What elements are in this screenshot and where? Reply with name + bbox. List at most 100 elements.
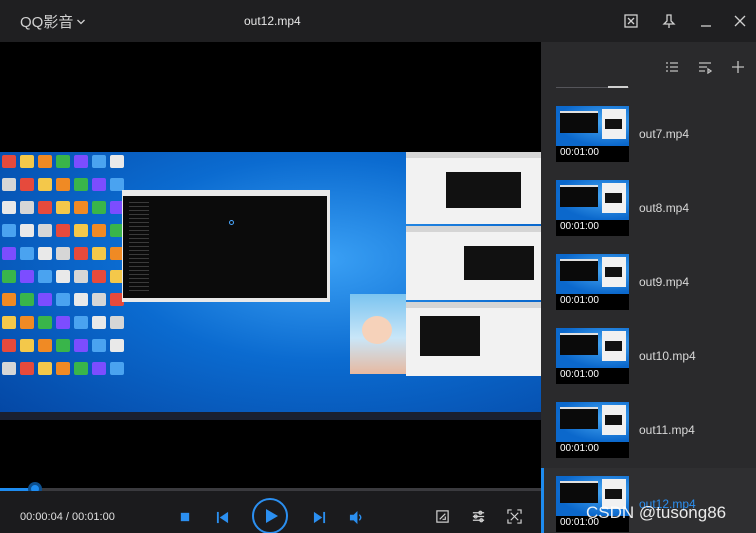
watermark: CSDN @tusong86 <box>586 503 727 522</box>
playlist-item[interactable]: 00:01:00 out9.mp4 <box>541 246 756 320</box>
desktop-app-icon <box>20 270 34 283</box>
minimize-button[interactable] <box>695 10 717 32</box>
desktop-app-icon <box>38 155 52 168</box>
stop-button[interactable] <box>178 510 192 524</box>
previous-button[interactable] <box>213 508 231 526</box>
playlist-item[interactable]: 00:01:00 out8.mp4 <box>541 172 756 246</box>
tab-indicator <box>608 86 628 88</box>
desktop-app-icon <box>20 339 34 352</box>
desktop-app-icon <box>74 247 88 260</box>
current-time: 00:00:04 <box>20 511 63 523</box>
video-thumbnail: 00:01:00 <box>556 402 629 458</box>
thumbnail-duration: 00:01:00 <box>560 295 599 306</box>
total-time: 00:01:00 <box>72 511 115 523</box>
desktop-app-icon <box>2 247 16 260</box>
play-button[interactable] <box>251 497 289 533</box>
app-menu-button[interactable]: QQ影音 <box>20 11 86 32</box>
chevron-down-icon <box>77 19 86 24</box>
desktop-app-icon <box>2 293 16 306</box>
screenshot-thumb-2 <box>406 226 541 300</box>
screenshot-icon <box>624 14 638 28</box>
volume-icon <box>349 510 361 524</box>
video-viewport[interactable] <box>0 42 541 488</box>
desktop-app-icon <box>56 155 70 168</box>
plus-icon <box>732 61 744 73</box>
desktop-app-icon <box>110 155 124 168</box>
desktop-app-icon <box>2 178 16 191</box>
desktop-app-icon <box>38 201 52 214</box>
desktop-app-icon <box>110 316 124 329</box>
desktop-app-icon <box>38 339 52 352</box>
console-window-image <box>122 190 330 302</box>
desktop-app-icon <box>74 293 88 306</box>
time-display: 00:00:04 / 00:01:00 <box>20 511 115 523</box>
desktop-app-icon <box>74 362 88 375</box>
video-thumbnail: 00:01:00 <box>556 180 629 236</box>
playlist-item-name: out7.mp4 <box>639 127 690 141</box>
desktop-app-icon <box>2 316 16 329</box>
desktop-app-icon <box>20 224 34 237</box>
desktop-app-icon <box>92 155 106 168</box>
playlist-item[interactable]: 00:01:00 out7.mp4 <box>541 98 756 172</box>
desktop-app-icon <box>74 178 88 191</box>
desktop-app-icon <box>38 247 52 260</box>
desktop-app-icon <box>92 224 106 237</box>
screenshot-tool-button[interactable] <box>433 507 451 525</box>
desktop-app-icon <box>74 316 88 329</box>
desktop-app-icon <box>74 155 88 168</box>
playlist-mode-button[interactable] <box>698 60 714 76</box>
control-bar: 00:00:04 / 00:01:00 <box>0 491 541 533</box>
desktop-app-icon <box>92 247 106 260</box>
desktop-app-icon <box>92 178 106 191</box>
desktop-app-icon <box>2 270 16 283</box>
volume-button[interactable] <box>347 508 365 526</box>
minimize-icon <box>701 25 711 27</box>
desktop-app-icon <box>56 339 70 352</box>
playlist-item-name: out10.mp4 <box>639 349 696 363</box>
desktop-app-icon <box>38 362 52 375</box>
playlist-panel: 00:01:00 out7.mp4 00:01:00 out8.mp4 00:01:00… <box>541 42 756 533</box>
next-button[interactable] <box>310 508 328 526</box>
window-title: out12.mp4 <box>244 14 301 28</box>
playlist-item-name: out8.mp4 <box>639 201 690 215</box>
screenshot-thumb-3 <box>406 302 541 376</box>
playlist-item[interactable]: 00:01:00 out11.mp4 <box>541 394 756 468</box>
ad-image <box>350 294 406 374</box>
desktop-app-icon <box>56 362 70 375</box>
desktop-app-icon <box>74 270 88 283</box>
desktop-app-icon <box>74 339 88 352</box>
screenshot-button[interactable] <box>620 10 642 32</box>
add-file-button[interactable] <box>731 60 747 76</box>
desktop-app-icon <box>2 224 16 237</box>
desktop-app-icon <box>20 201 34 214</box>
thumbnail-duration: 00:01:00 <box>560 369 599 380</box>
desktop-app-icon <box>56 247 70 260</box>
desktop-app-icon <box>20 247 34 260</box>
desktop-icons <box>2 154 130 375</box>
desktop-app-icon <box>110 339 124 352</box>
list-view-button[interactable] <box>665 60 681 76</box>
desktop-app-icon <box>56 316 70 329</box>
playlist-item[interactable]: 00:01:00 out12.mp4 <box>541 468 756 533</box>
app-name: QQ影音 <box>20 14 74 31</box>
desktop-app-icon <box>92 201 106 214</box>
desktop-app-icon <box>92 270 106 283</box>
playlist-item-name: out9.mp4 <box>639 275 690 289</box>
settings-button[interactable] <box>469 507 487 525</box>
desktop-app-icon <box>56 224 70 237</box>
pin-button[interactable] <box>658 10 680 32</box>
fullscreen-button[interactable] <box>505 507 523 525</box>
playlist-item[interactable]: 00:01:00 out10.mp4 <box>541 320 756 394</box>
desktop-app-icon <box>56 293 70 306</box>
skip-next-icon <box>313 511 325 523</box>
desktop-app-icon <box>20 293 34 306</box>
desktop-app-icon <box>2 339 16 352</box>
desktop-app-icon <box>20 362 34 375</box>
desktop-app-icon <box>2 201 16 214</box>
pin-icon <box>662 14 676 28</box>
desktop-app-icon <box>110 362 124 375</box>
close-button[interactable] <box>729 10 751 32</box>
play-icon <box>252 498 288 533</box>
desktop-app-icon <box>56 270 70 283</box>
stop-icon <box>180 512 190 522</box>
